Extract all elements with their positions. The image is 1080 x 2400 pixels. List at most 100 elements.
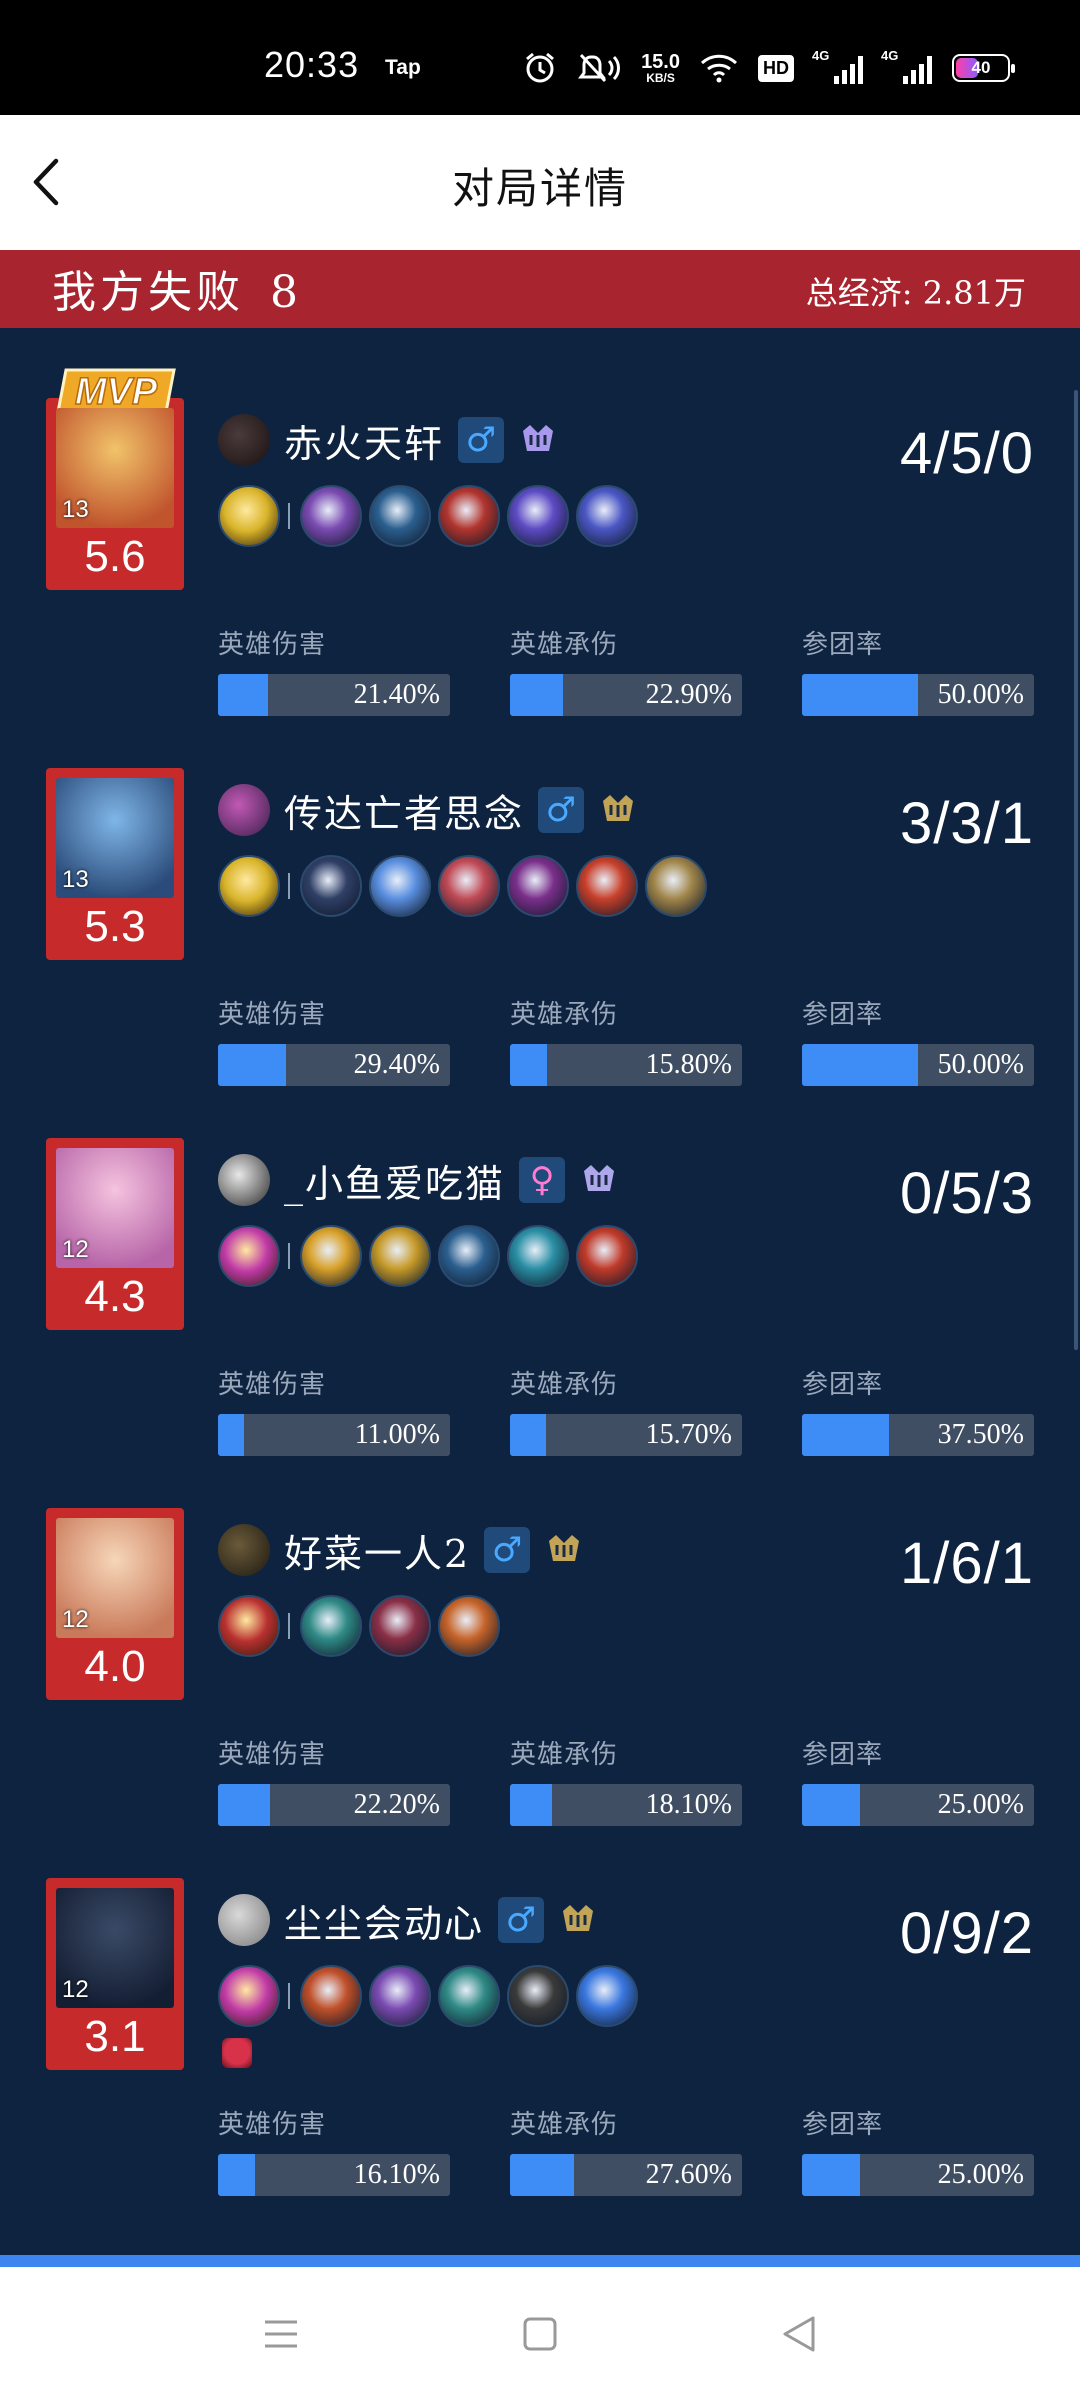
hero-level: 12	[62, 1606, 89, 1633]
participation-rate-fill	[802, 674, 918, 716]
damage-taken-label: 英雄承伤	[510, 630, 619, 660]
match-result-bar: 我方失败 8 总经济: 2.81万	[0, 250, 1080, 328]
item-icon[interactable]	[369, 1965, 431, 2027]
hero-damage-bar: 29.40%	[218, 1044, 450, 1086]
hero-damage-label: 英雄伤害	[218, 1740, 327, 1770]
participation-rate-stat: 参团率 25.00%	[802, 1734, 1034, 1826]
hero-damage-value: 22.20%	[353, 1789, 440, 1820]
item-icon[interactable]	[576, 855, 638, 917]
item-icon[interactable]	[300, 1595, 362, 1657]
damage-taken-stat: 英雄承伤 18.10%	[510, 1734, 742, 1826]
hero-damage-fill	[218, 1784, 270, 1826]
signal-icon-2: 4G	[881, 48, 932, 84]
player-avatar[interactable]	[218, 414, 270, 466]
hero-damage-bar: 22.20%	[218, 1784, 450, 1826]
result-count: 8	[270, 267, 302, 318]
app-header: 对局详情	[0, 115, 1080, 250]
player-row[interactable]: MVP 13 5.6 赤火天轩 ♂ 4/5/0 英雄伤害 21.40% 英雄承伤 22.90% 参团…	[0, 368, 1080, 768]
item-icon[interactable]	[438, 855, 500, 917]
hero-score: 3.1	[84, 2012, 146, 2061]
damage-taken-value: 15.70%	[645, 1419, 732, 1450]
participation-rate-value: 37.50%	[937, 1419, 1024, 1450]
player-info: _小鱼爱吃猫 ♀	[218, 1152, 619, 1208]
back-nav-button[interactable]	[774, 2309, 824, 2359]
equipment-row	[218, 1594, 507, 1658]
player-row[interactable]: 12 4.3 _小鱼爱吃猫 ♀ 0/5/3 英雄伤害 11.00% 英雄承伤 15.70% 参团率…	[0, 1138, 1080, 1508]
item-icon[interactable]	[369, 855, 431, 917]
participation-rate-fill	[802, 1414, 889, 1456]
item-icon[interactable]	[300, 855, 362, 917]
home-button[interactable]	[515, 2309, 565, 2359]
summoner-spell-icon[interactable]	[218, 855, 280, 917]
player-row[interactable]: 13 5.3 传达亡者思念 ♂ 3/3/1 英雄伤害 29.40% 英雄承伤 15.80% 参团率…	[0, 768, 1080, 1138]
divider	[288, 1613, 290, 1639]
item-icon[interactable]	[438, 485, 500, 547]
item-icon[interactable]	[576, 1965, 638, 2027]
item-icon[interactable]	[507, 485, 569, 547]
player-list[interactable]: MVP 13 5.6 赤火天轩 ♂ 4/5/0 英雄伤害 21.40% 英雄承伤 22.90% 参团…	[0, 328, 1080, 2258]
player-info: 尘尘会动心 ♂	[218, 1892, 598, 1948]
item-icon[interactable]	[300, 1965, 362, 2027]
participation-rate-fill	[802, 1044, 918, 1086]
participation-rate-stat: 参团率 50.00%	[802, 994, 1034, 1086]
player-row[interactable]: 12 4.0 好菜一人2 ♂ 1/6/1 英雄伤害 22.20% 英雄承伤 18.10% 参团率 2…	[0, 1508, 1080, 1878]
damage-taken-bar: 15.80%	[510, 1044, 742, 1086]
player-avatar[interactable]	[218, 1154, 270, 1206]
kda: 4/5/0	[900, 421, 1034, 486]
wifi-icon	[700, 53, 738, 83]
item-icon[interactable]	[576, 1225, 638, 1287]
hero-card[interactable]: 13 5.3	[46, 768, 184, 960]
summoner-spell-icon[interactable]	[218, 485, 280, 547]
gender-male-icon: ♂	[538, 787, 585, 833]
damage-taken-fill	[510, 2154, 575, 2196]
summoner-spell-icon[interactable]	[218, 1225, 280, 1287]
hero-card[interactable]: 12 4.3	[46, 1138, 184, 1330]
item-icon[interactable]	[369, 1225, 431, 1287]
mute-icon	[577, 51, 621, 85]
summoner-spell-icon[interactable]	[218, 1595, 280, 1657]
player-stats: 英雄伤害 11.00% 英雄承伤 15.70% 参团率 37.50%	[218, 1364, 1036, 1464]
hero-card[interactable]: 12 3.1	[46, 1878, 184, 2070]
hero-score: 5.3	[84, 902, 146, 951]
player-row[interactable]: 12 3.1 尘尘会动心 ♂ 0/9/2 英雄伤害 16.10% 英雄承伤 27.60% 参团率 2…	[0, 1878, 1080, 2248]
hero-damage-label: 英雄伤害	[218, 2110, 327, 2140]
hero-card[interactable]: 12 4.0	[46, 1508, 184, 1700]
hero-level: 13	[62, 866, 89, 893]
clock: 20:33	[264, 44, 360, 85]
item-icon[interactable]	[300, 485, 362, 547]
summoner-spell-icon[interactable]	[218, 1965, 280, 2027]
item-icon[interactable]	[576, 485, 638, 547]
player-avatar[interactable]	[218, 1894, 270, 1946]
rank-badge-icon	[544, 1530, 584, 1570]
item-icon[interactable]	[507, 855, 569, 917]
hero-damage-fill	[218, 674, 268, 716]
item-icon[interactable]	[369, 1595, 431, 1657]
item-icon[interactable]	[369, 485, 431, 547]
scrollbar[interactable]	[1074, 390, 1078, 1350]
hero-level: 13	[62, 496, 89, 523]
player-info: 赤火天轩 ♂	[218, 412, 558, 468]
divider	[288, 1983, 290, 2009]
item-icon[interactable]	[438, 1225, 500, 1287]
participation-rate-value: 50.00%	[937, 1049, 1024, 1080]
gender-male-icon: ♂	[484, 1527, 531, 1573]
item-icon[interactable]	[438, 1965, 500, 2027]
menu-button[interactable]	[256, 2309, 306, 2359]
player-avatar[interactable]	[218, 1524, 270, 1576]
gender-male-icon: ♂	[498, 1897, 545, 1943]
hd-voice-icon: HD	[758, 54, 794, 82]
damage-taken-fill	[510, 1414, 547, 1456]
item-icon[interactable]	[507, 1965, 569, 2027]
hero-card[interactable]: MVP 13 5.6	[46, 368, 184, 590]
item-icon[interactable]	[507, 1225, 569, 1287]
item-icon[interactable]	[645, 855, 707, 917]
extra-item-icon[interactable]	[222, 2038, 252, 2068]
hero-damage-bar: 21.40%	[218, 674, 450, 716]
player-stats: 英雄伤害 16.10% 英雄承伤 27.60% 参团率 25.00%	[218, 2104, 1036, 2204]
item-icon[interactable]	[300, 1225, 362, 1287]
system-navigation-bar	[0, 2267, 1080, 2400]
damage-taken-bar: 27.60%	[510, 2154, 742, 2196]
item-icon[interactable]	[438, 1595, 500, 1657]
player-avatar[interactable]	[218, 784, 270, 836]
player-info: 好菜一人2 ♂	[218, 1522, 584, 1578]
